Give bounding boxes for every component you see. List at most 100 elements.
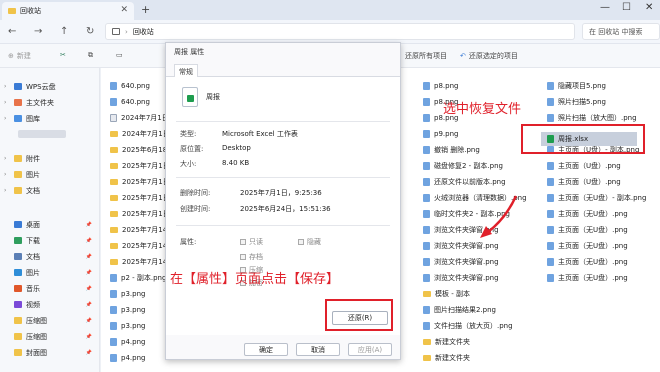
pin-icon[interactable]: 📌 [86,254,92,260]
pin-icon[interactable]: 📌 [86,302,92,308]
file-item[interactable]: p3.png [110,288,145,300]
refresh-icon[interactable]: ↻ [86,26,94,37]
chevron-right-icon[interactable]: › [4,83,10,90]
file-item[interactable]: 640.png [110,80,150,92]
restore-all-button[interactable]: 还原所有项目 [405,51,447,61]
file-item[interactable]: 文件扫描（放大页）.png [423,320,513,332]
tab-general[interactable]: 常规 [174,64,198,77]
file-item[interactable]: p9.png [423,128,458,140]
pin-icon[interactable]: 📌 [86,270,92,276]
paste-icon[interactable]: ▭ [116,51,123,59]
apply-button[interactable]: 应用(A) [348,343,392,356]
file-item[interactable]: 新建文件夹 [423,352,470,364]
file-name: p4.png [121,354,146,362]
file-item[interactable]: 临时文件夹2 - 副本.png [423,208,510,220]
pin-icon[interactable]: 📌 [86,334,92,340]
file-item[interactable]: p4.png [110,352,145,364]
img-file-icon [110,322,117,330]
file-item[interactable]: 照片扫描5.png [547,96,606,108]
sidebar-item[interactable]: › 图片 [4,168,98,181]
file-item[interactable]: 新建文件夹 [423,336,470,348]
file-item[interactable]: 磁盘修复2 - 副本.png [423,160,503,172]
sidebar-item[interactable]: › 主文件夹 [4,96,98,109]
minimize-button[interactable]: — [600,2,610,13]
sidebar-item[interactable]: 封面图 📌 [4,346,98,359]
pin-icon[interactable]: 📌 [86,318,92,324]
file-item[interactable]: 照片扫描（放大图）.png [547,112,637,124]
sidebar-item[interactable]: 压缩图 📌 [4,330,98,343]
restore-selected-button[interactable]: ↶ 还原选定的项目 [460,51,518,61]
file-item[interactable]: 隐藏项目5.png [547,80,606,92]
sidebar-item[interactable]: › WPS云盘 [4,80,98,93]
sidebar-item[interactable]: › 图库 [4,112,98,125]
file-item[interactable]: 主页面（U盘）.png [547,160,621,172]
sidebar-item[interactable]: 音乐 📌 [4,282,98,295]
new-button[interactable]: ⊕ 新建 [8,51,31,61]
file-name: p3.png [121,306,146,314]
chevron-right-icon[interactable]: › [4,115,10,122]
path-input[interactable]: › 回收站 [105,23,575,40]
cut-icon[interactable]: ✂ [60,51,66,59]
file-item[interactable]: 主页面（无U盘）- 副本.png [547,192,646,204]
file-item[interactable]: 还原文件以前版本.png [423,176,506,188]
tab-close-icon[interactable]: ✕ [120,5,128,15]
pin-icon[interactable]: 📌 [86,222,92,228]
up-icon[interactable]: ↑ [60,26,68,37]
sidebar-item[interactable]: 压缩图 📌 [4,314,98,327]
sidebar-item[interactable]: 视频 📌 [4,298,98,311]
ok-button[interactable]: 确定 [244,343,288,356]
file-item[interactable]: p4.png [110,336,145,348]
file-item[interactable]: 主页面（U盘）.png [547,176,621,188]
file-item[interactable]: 撤销 删除.png [423,144,480,156]
copy-icon[interactable]: ⧉ [88,51,93,60]
checkbox-icon [240,239,246,245]
maximize-button[interactable]: ☐ [622,2,631,13]
file-item[interactable]: 主页面（无U盘）.png [547,224,628,236]
sidebar-item-label: 音乐 [26,284,40,293]
file-item[interactable]: p3.png [110,320,145,332]
file-item[interactable]: 浏览文件夹弹窗.png [423,240,499,252]
new-tab-button[interactable]: + [141,3,150,16]
pin-icon[interactable]: 📌 [86,350,92,356]
file-item[interactable]: 主页面（无U盘）.png [547,272,628,284]
pin-icon[interactable]: 📌 [86,238,92,244]
breadcrumb-recycle-bin[interactable]: 回收站 [133,27,154,37]
chevron-right-icon[interactable]: › [4,155,10,162]
tab-recycle-bin[interactable]: 回收站 ✕ [2,2,134,20]
file-item[interactable]: p2 - 副本.png [110,272,166,284]
file-item[interactable]: 浏览文件夹弹窗.png [423,256,499,268]
file-item[interactable]: p8.png [423,80,458,92]
file-name: 主页面（无U盘）.png [558,274,628,282]
img-file-icon [110,354,117,362]
sidebar-item[interactable]: 下载 📌 [4,234,98,247]
file-item[interactable]: 图片扫描结果2.png [423,304,496,316]
file-item[interactable]: 主页面（无U盘）.png [547,256,628,268]
chevron-right-icon[interactable]: › [4,99,10,106]
hidden-checkbox[interactable]: 隐藏 [298,237,321,247]
sidebar-item[interactable]: 文档 📌 [4,250,98,263]
search-input[interactable]: 在 回收站 中搜索 [582,23,660,40]
cancel-button[interactable]: 取消 [296,343,340,356]
close-button[interactable]: ✕ [645,2,653,13]
file-item[interactable]: 火绒浏览器（清理数据）.png [423,192,527,204]
file-name: 照片扫描（放大图）.png [558,114,637,122]
sidebar-item[interactable]: 桌面 📌 [4,218,98,231]
forward-icon[interactable]: → [34,26,42,37]
back-icon[interactable]: ← [8,26,16,37]
file-name: 浏览文件夹弹窗.png [434,242,499,250]
chevron-right-icon[interactable]: › [4,187,10,194]
sidebar-item[interactable]: › 文档 [4,184,98,197]
file-item[interactable]: p3.png [110,304,145,316]
file-item[interactable]: 640.png [110,96,150,108]
file-item[interactable]: 主页面（无U盘）.png [547,240,628,252]
archive-checkbox[interactable]: 存档 [240,252,263,262]
file-item[interactable]: 浏览文件夹弹窗.png [423,224,499,236]
readonly-checkbox[interactable]: 只读 [240,237,263,247]
sidebar-item[interactable]: 图片 📌 [4,266,98,279]
sidebar-item[interactable]: › 附件 [4,152,98,165]
pin-icon[interactable]: 📌 [86,286,92,292]
file-item[interactable]: 浏览文件夹弹窗.png [423,272,499,284]
chevron-right-icon[interactable]: › [4,171,10,178]
file-item[interactable]: 模板 - 副本 [423,288,470,300]
file-item[interactable]: 主页面（无U盘）.png [547,208,628,220]
